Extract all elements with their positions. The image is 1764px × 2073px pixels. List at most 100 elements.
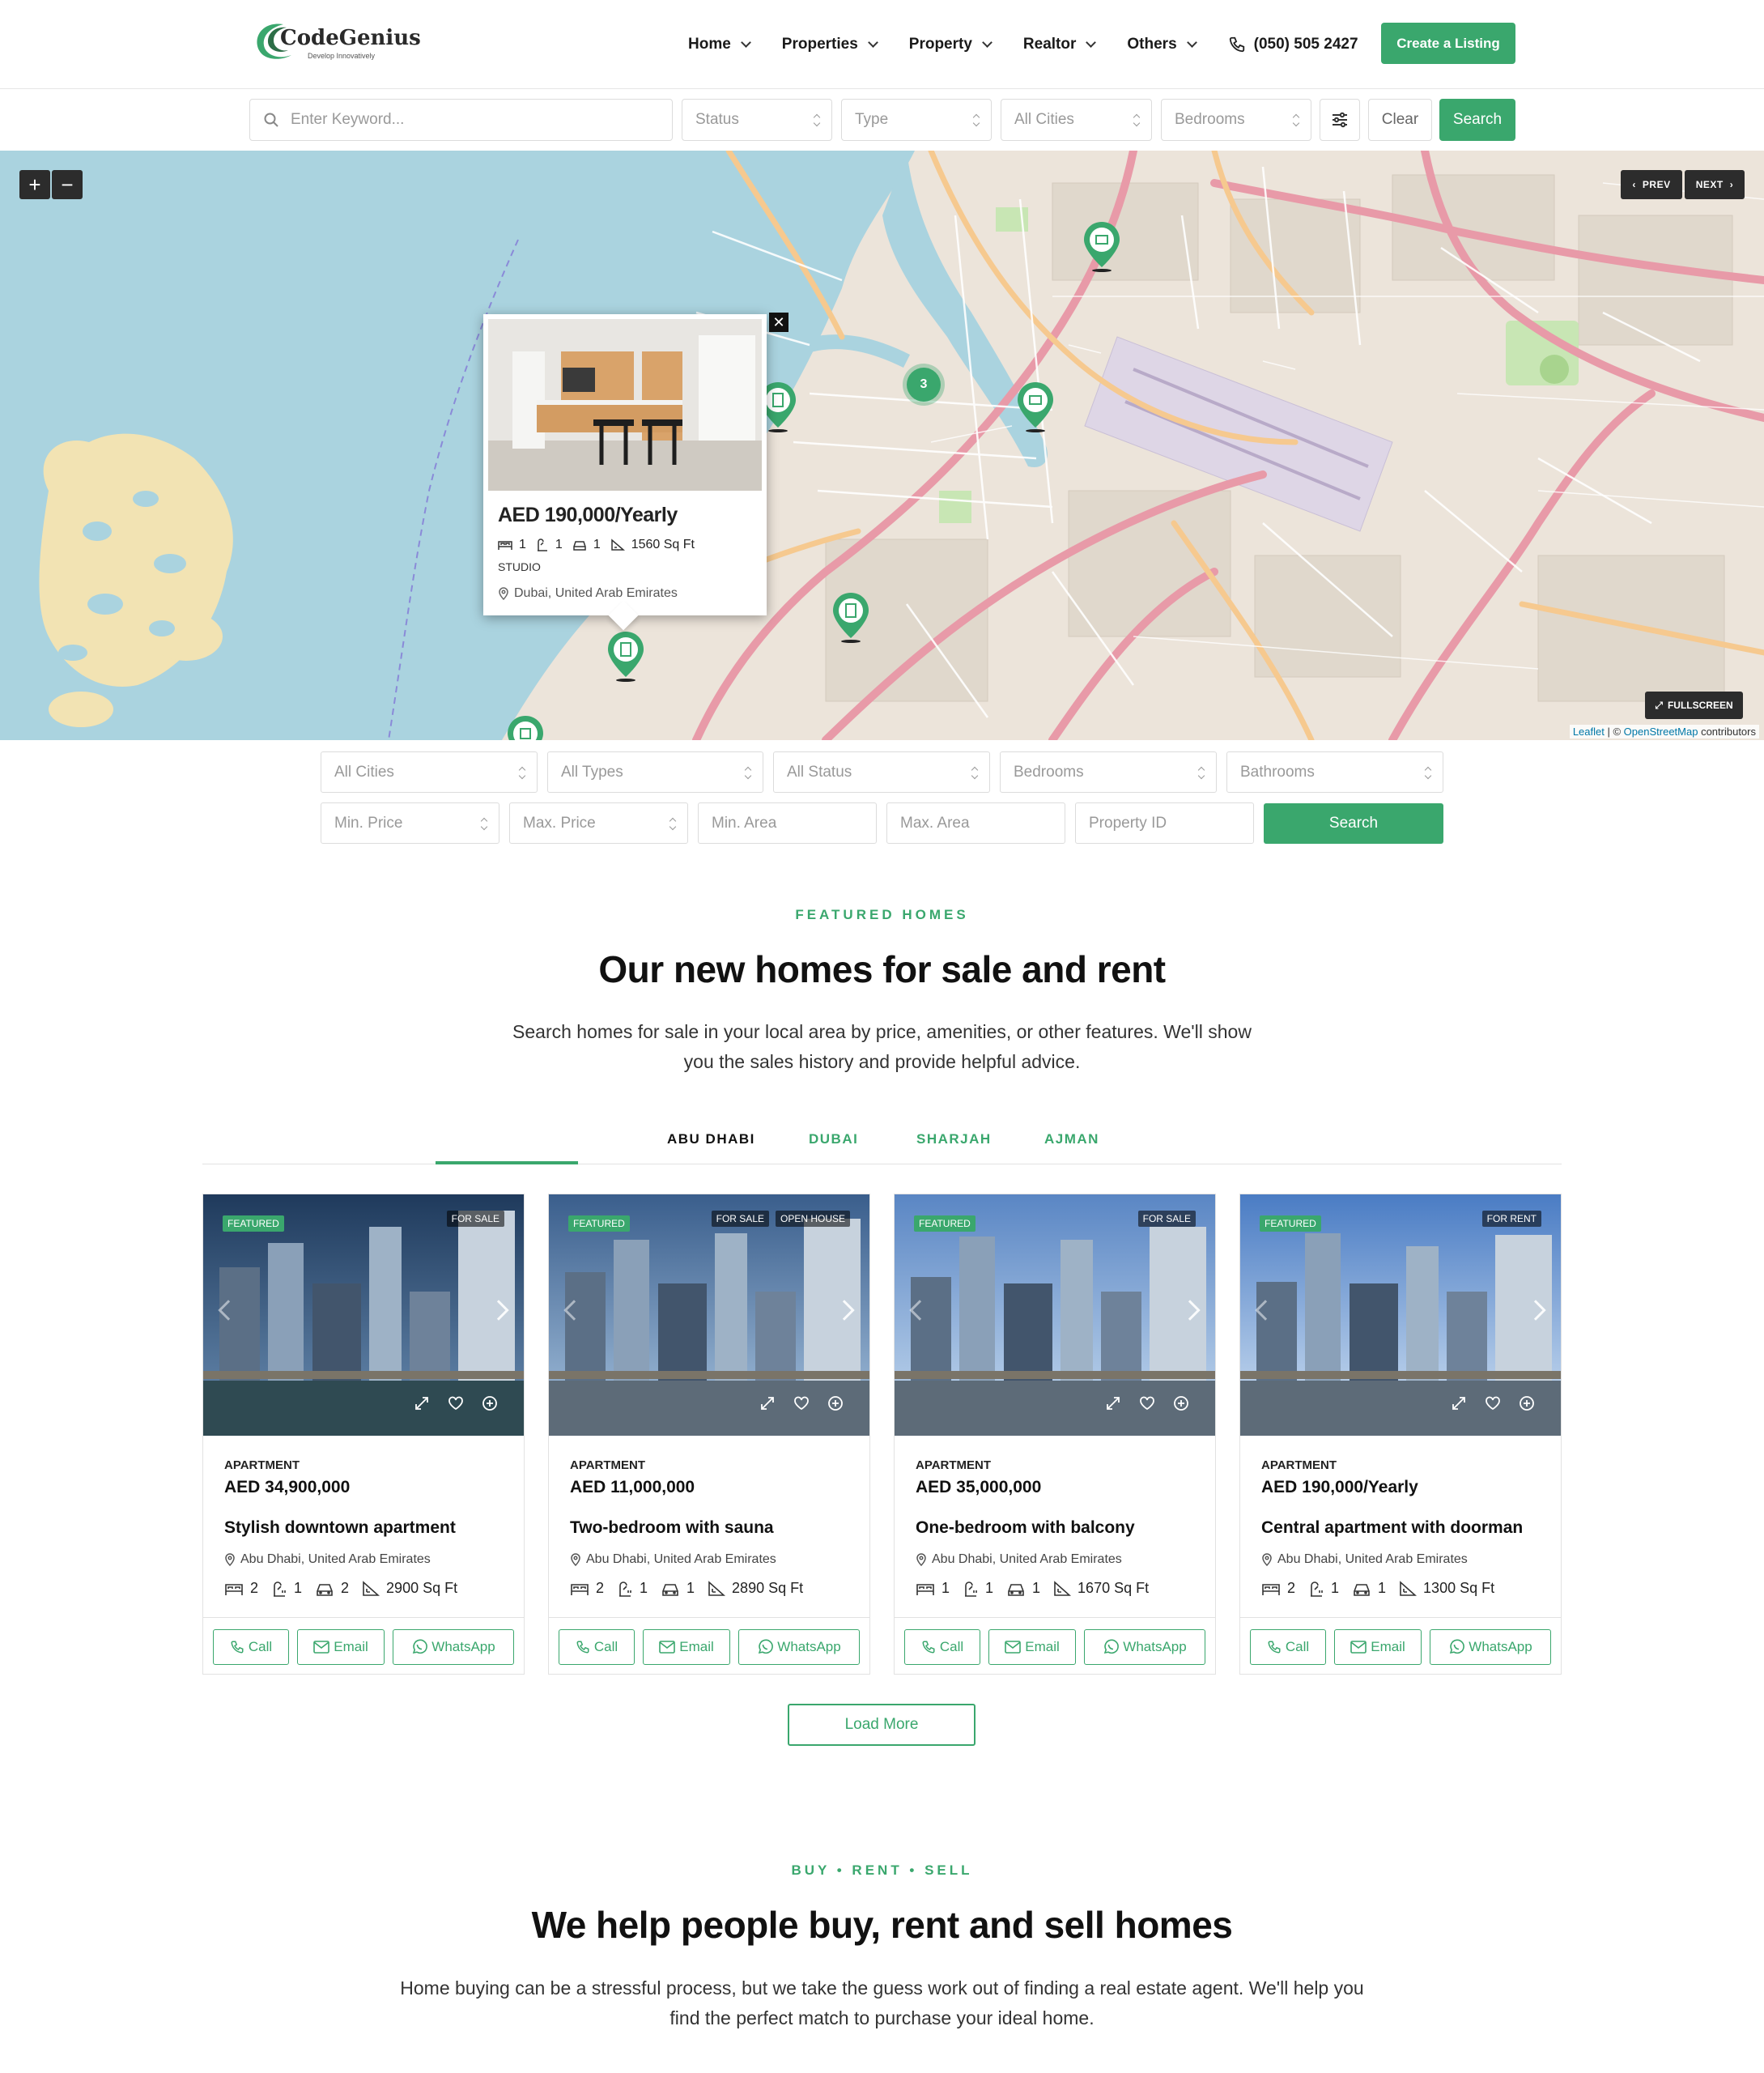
tab-sharjah[interactable]: SHARJAH <box>916 1131 992 1147</box>
logo-text: CodeGenius <box>280 26 421 50</box>
logo[interactable]: CodeGenius Develop Innovatively <box>251 19 421 63</box>
advanced-search-button[interactable]: Search <box>1264 803 1443 844</box>
property-map[interactable]: + − ‹ PREV NEXT › 3 AED 190,000/Yearly 1… <box>0 151 1764 740</box>
load-more-button[interactable]: Load More <box>788 1704 976 1746</box>
email-button[interactable]: Email <box>988 1629 1076 1665</box>
property-id-input[interactable]: Property ID <box>1075 802 1254 844</box>
adv-status-value: All Status <box>787 763 852 781</box>
nav-others[interactable]: Others <box>1127 36 1197 53</box>
bed-icon <box>498 541 512 550</box>
expand-icon[interactable] <box>412 1394 431 1413</box>
nav-realtor[interactable]: Realtor <box>1023 36 1097 53</box>
map-prev-label: PREV <box>1642 179 1671 190</box>
map-marker[interactable] <box>831 591 871 643</box>
open-house-badge: OPEN HOUSE <box>775 1211 850 1227</box>
call-button[interactable]: Call <box>213 1629 289 1665</box>
whatsapp-button[interactable]: WhatsApp <box>1430 1629 1551 1665</box>
min-area-input[interactable]: Min. Area <box>698 802 877 844</box>
map-marker[interactable] <box>505 714 546 740</box>
nav-properties[interactable]: Properties <box>782 36 878 53</box>
zoom-out-button[interactable]: − <box>52 170 83 199</box>
heart-icon[interactable] <box>792 1394 811 1413</box>
property-title[interactable]: One-bedroom with balcony <box>916 1518 1135 1538</box>
email-button[interactable]: Email <box>1334 1629 1422 1665</box>
call-button[interactable]: Call <box>904 1629 980 1665</box>
property-title[interactable]: Stylish downtown apartment <box>224 1518 456 1538</box>
leaflet-link[interactable]: Leaflet <box>1573 726 1605 738</box>
nav-property[interactable]: Property <box>909 36 993 53</box>
car-icon <box>1354 1583 1370 1596</box>
adv-status-select[interactable]: All Status <box>773 751 990 793</box>
type-select[interactable]: Type <box>841 99 992 141</box>
whatsapp-button[interactable]: WhatsApp <box>393 1629 514 1665</box>
map-marker[interactable] <box>1082 220 1122 272</box>
property-card[interactable]: FEATURED FOR SALE OPEN HOUSE APARTMENT A… <box>548 1194 870 1675</box>
property-type: APARTMENT <box>224 1458 300 1472</box>
map-marker[interactable] <box>1015 381 1056 432</box>
email-button[interactable]: Email <box>297 1629 385 1665</box>
property-card[interactable]: FEATURED FOR SALE APARTMENT AED 35,000,0… <box>894 1194 1216 1675</box>
expand-icon[interactable] <box>1103 1394 1123 1413</box>
create-listing-button[interactable]: Create a Listing <box>1381 23 1515 64</box>
expand-icon[interactable] <box>1449 1394 1469 1413</box>
property-card[interactable]: FEATURED FOR RENT APARTMENT AED 190,000/… <box>1239 1194 1562 1675</box>
card-actions: Call Email WhatsApp <box>549 1617 869 1674</box>
status-select[interactable]: Status <box>682 99 832 141</box>
tab-ajman[interactable]: AJMAN <box>1044 1131 1099 1147</box>
mail-icon <box>659 1641 676 1654</box>
property-title[interactable]: Central apartment with doorman <box>1261 1518 1523 1538</box>
compare-icon[interactable] <box>480 1394 499 1413</box>
email-button[interactable]: Email <box>643 1629 730 1665</box>
bedrooms-select[interactable]: Bedrooms <box>1161 99 1311 141</box>
nav-home[interactable]: Home <box>688 36 751 53</box>
adv-cities-select[interactable]: All Cities <box>321 751 538 793</box>
adv-types-select[interactable]: All Types <box>547 751 763 793</box>
osm-link[interactable]: OpenStreetMap <box>1624 726 1698 738</box>
whatsapp-button[interactable]: WhatsApp <box>1084 1629 1205 1665</box>
min-area-placeholder: Min. Area <box>712 814 777 832</box>
property-title[interactable]: Two-bedroom with sauna <box>570 1518 774 1538</box>
status-badge: FOR SALE <box>711 1211 769 1227</box>
heart-icon[interactable] <box>1483 1394 1503 1413</box>
property-card-image[interactable]: FEATURED FOR SALE <box>203 1194 524 1436</box>
map-marker[interactable] <box>606 630 646 682</box>
phone-link[interactable]: (050) 505 2427 <box>1228 36 1358 53</box>
marker-cluster[interactable]: 3 <box>907 368 941 402</box>
map-next-button[interactable]: NEXT › <box>1685 170 1745 199</box>
email-label: Email <box>1025 1639 1060 1654</box>
compare-icon[interactable] <box>1171 1394 1191 1413</box>
max-price-select[interactable]: Max. Price <box>509 802 688 844</box>
property-card-image[interactable]: FEATURED FOR RENT <box>1240 1194 1561 1436</box>
expand-icon[interactable] <box>758 1394 777 1413</box>
tab-abu-dhabi[interactable]: ABU DHABI <box>667 1131 755 1147</box>
whatsapp-button[interactable]: WhatsApp <box>738 1629 860 1665</box>
zoom-in-button[interactable]: + <box>19 170 50 199</box>
status-badge: FOR SALE <box>1137 1211 1196 1227</box>
property-card-image[interactable]: FEATURED FOR SALE <box>895 1194 1215 1436</box>
compare-icon[interactable] <box>826 1394 845 1413</box>
popup-property-image[interactable] <box>488 319 762 491</box>
fullscreen-button[interactable]: ⤢ FULLSCREEN <box>1645 692 1743 719</box>
beds-count: 2 <box>250 1580 259 1596</box>
max-area-input[interactable]: Max. Area <box>886 802 1065 844</box>
popup-close-button[interactable]: ✕ <box>769 313 788 332</box>
call-button[interactable]: Call <box>1250 1629 1326 1665</box>
call-button[interactable]: Call <box>559 1629 635 1665</box>
cities-select[interactable]: All Cities <box>1001 99 1152 141</box>
heart-icon[interactable] <box>446 1394 465 1413</box>
chevron-down-icon <box>982 37 993 48</box>
compare-icon[interactable] <box>1517 1394 1537 1413</box>
keyword-search-input[interactable]: Enter Keyword... <box>249 99 673 141</box>
property-card-image[interactable]: FEATURED FOR SALE OPEN HOUSE <box>549 1194 869 1436</box>
clear-button[interactable]: Clear <box>1368 99 1432 141</box>
heart-icon[interactable] <box>1137 1394 1157 1413</box>
property-card[interactable]: FEATURED FOR SALE APARTMENT AED 34,900,0… <box>202 1194 525 1675</box>
min-price-select[interactable]: Min. Price <box>321 802 499 844</box>
adv-bedrooms-select[interactable]: Bedrooms <box>1000 751 1217 793</box>
min-price-value: Min. Price <box>334 814 403 832</box>
advanced-filter-button[interactable] <box>1320 99 1360 141</box>
tab-dubai[interactable]: DUBAI <box>809 1131 858 1147</box>
adv-bathrooms-select[interactable]: Bathrooms <box>1226 751 1443 793</box>
map-prev-button[interactable]: ‹ PREV <box>1621 170 1682 199</box>
top-search-button[interactable]: Search <box>1439 99 1515 141</box>
